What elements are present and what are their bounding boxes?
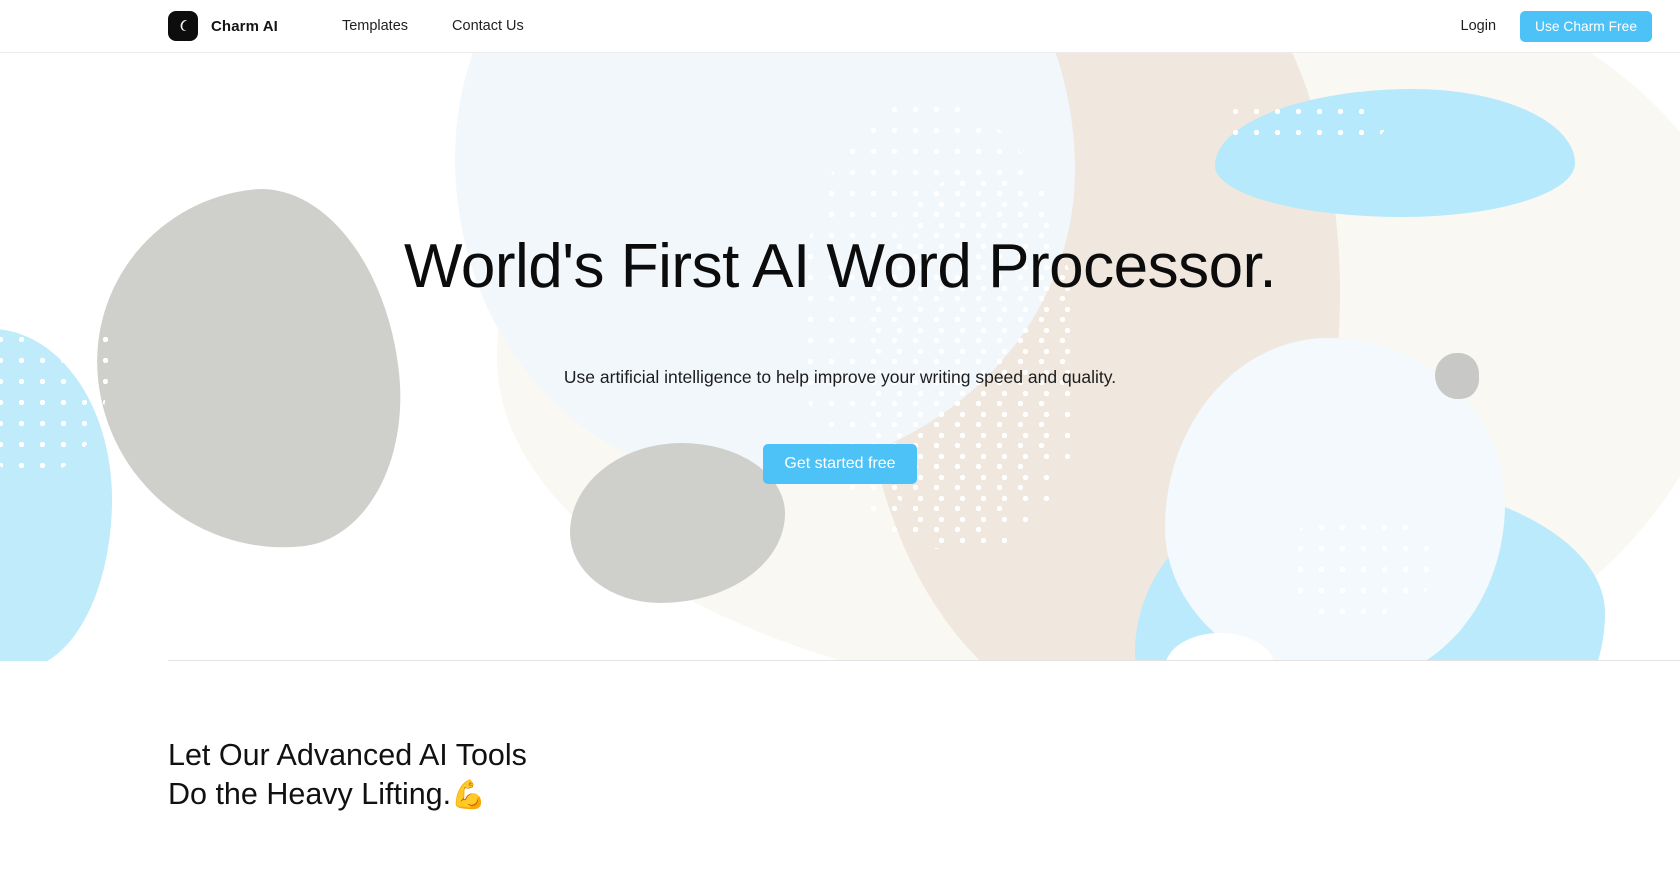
brand-logo[interactable]: Charm AI xyxy=(168,11,278,41)
get-started-free-button[interactable]: Get started free xyxy=(763,443,917,484)
hero-section: World's First AI Word Processor. Use art… xyxy=(0,53,1680,661)
flexed-biceps-emoji-icon: 💪 xyxy=(451,779,486,811)
nav-link-templates[interactable]: Templates xyxy=(320,12,430,40)
dot-pattern-bottom-right xyxy=(1290,517,1432,617)
nav-links: Templates Contact Us xyxy=(320,12,546,40)
brand-name: Charm AI xyxy=(211,17,278,35)
hero-title: World's First AI Word Processor. xyxy=(403,232,1277,301)
dot-pattern-top-right xyxy=(1225,101,1385,149)
charm-c-logo-icon xyxy=(168,11,198,41)
nav-link-contact-us[interactable]: Contact Us xyxy=(430,12,546,40)
login-link[interactable]: Login xyxy=(1461,18,1496,34)
feature-section: Let Our Advanced AI Tools Do the Heavy L… xyxy=(0,661,1680,876)
top-navbar: Charm AI Templates Contact Us Login Use … xyxy=(0,0,1680,53)
nav-actions: Login Use Charm Free xyxy=(1461,10,1652,42)
feature-heading: Let Our Advanced AI Tools Do the Heavy L… xyxy=(168,736,527,814)
hero-content: World's First AI Word Processor. Use art… xyxy=(0,232,1680,484)
use-charm-free-button[interactable]: Use Charm Free xyxy=(1520,10,1652,42)
hero-subtitle: Use artificial intelligence to help impr… xyxy=(563,366,1117,387)
section-divider xyxy=(168,660,1680,661)
